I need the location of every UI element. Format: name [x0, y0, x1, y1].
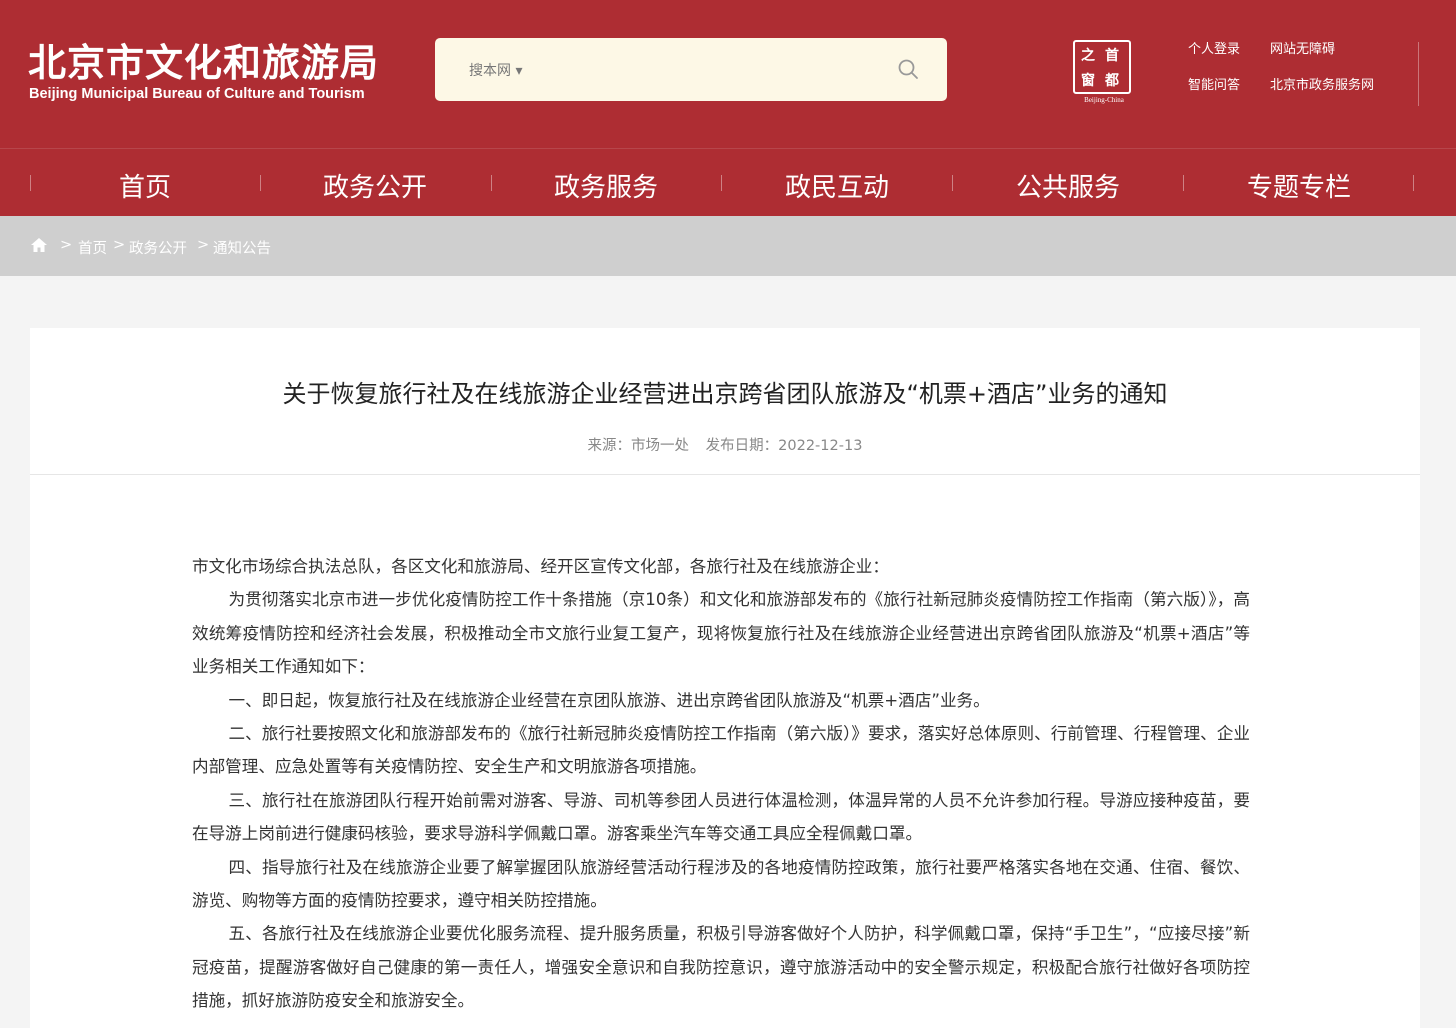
- breadcrumb-gov-affairs-open[interactable]: 政务公开: [129, 237, 187, 258]
- seal-char: 首: [1105, 48, 1119, 64]
- accessibility-link[interactable]: 网站无障碍: [1270, 38, 1335, 57]
- search-scope-dropdown[interactable]: 搜本网 ▾: [469, 60, 522, 80]
- article-paragraph: 为贯彻落实北京市进一步优化疫情防控工作十条措施（京10条）和文化和旅游部发布的《…: [192, 590, 1250, 677]
- site-logo-chinese[interactable]: 北京市文化和旅游局: [28, 32, 379, 87]
- article-title: 关于恢复旅行社及在线旅游企业经营进出京跨省团队旅游及“机票+酒店”业务的通知: [282, 380, 1168, 408]
- seal-frame: 首 都 之 窗: [1073, 40, 1131, 94]
- article-paragraph: 一、即日起，恢复旅行社及在线旅游企业经营在京团队旅游、进出京跨省团队旅游及“机票…: [228, 690, 990, 710]
- gov-service-link[interactable]: 北京市政务服务网: [1270, 74, 1374, 93]
- nav-separator: [1413, 175, 1414, 191]
- nav-item-public-services[interactable]: 公共服务: [968, 167, 1168, 204]
- article-panel: 关于恢复旅行社及在线旅游企业经营进出京跨省团队旅游及“机票+酒店”业务的通知 来…: [30, 328, 1420, 1028]
- header-divider: [1418, 42, 1419, 106]
- nav-item-home[interactable]: 首页: [45, 167, 245, 204]
- nav-separator: [721, 175, 722, 191]
- nav-item-gov-affairs-open[interactable]: 政务公开: [275, 167, 475, 204]
- breadcrumb-notices[interactable]: 通知公告: [213, 237, 271, 258]
- site-logo-english[interactable]: Beijing Municipal Bureau of Culture and …: [29, 86, 365, 102]
- breadcrumb-separator: >: [197, 237, 210, 253]
- seal-char: 之: [1081, 48, 1095, 64]
- article-body: 市文化市场综合执法总队，各区文化和旅游局、经开区宣传文化部，各旅行社及在线旅游企…: [192, 550, 1250, 1018]
- article-paragraph: 五、各旅行社及在线旅游企业要优化服务流程、提升服务质量，积极引导游客做好个人防护…: [192, 924, 1250, 1011]
- nav-separator: [952, 175, 953, 191]
- capital-window-seal-logo[interactable]: 首 都 之 窗 Beijing-China: [1073, 40, 1135, 106]
- title-divider: [30, 474, 1420, 475]
- seal-char: 窗: [1081, 73, 1095, 89]
- breadcrumb: > 首页 > 政务公开 > 通知公告: [0, 216, 1456, 276]
- article-paragraph: 四、指导旅行社及在线旅游企业要了解掌握团队旅游经营活动行程涉及的各地疫情防控政策…: [192, 857, 1250, 911]
- breadcrumb-home[interactable]: 首页: [78, 237, 107, 258]
- seal-char: 都: [1105, 73, 1119, 89]
- article-date: 发布日期：2022-12-13: [705, 438, 863, 454]
- article-meta: 来源：市场一处 发布日期：2022-12-13: [30, 434, 1420, 455]
- search-icon[interactable]: [897, 58, 919, 80]
- article-paragraph: 三、旅行社在旅游团队行程开始前需对游客、导游、司机等参团人员进行体温检测，体温异…: [192, 790, 1250, 844]
- nav-item-special-topics[interactable]: 专题专栏: [1199, 167, 1399, 204]
- seal-subtitle: Beijing-China: [1084, 96, 1124, 104]
- nav-separator: [1183, 175, 1184, 191]
- article-salutation: 市文化市场综合执法总队，各区文化和旅游局、经开区宣传文化部，各旅行社及在线旅游企…: [192, 557, 889, 576]
- nav-item-gov-services[interactable]: 政务服务: [506, 167, 706, 204]
- article-source: 来源：市场一处: [587, 438, 690, 454]
- breadcrumb-separator: >: [60, 237, 73, 253]
- search-input[interactable]: [545, 52, 875, 86]
- home-icon[interactable]: [30, 237, 48, 253]
- breadcrumb-separator: >: [113, 237, 126, 253]
- site-header: 北京市文化和旅游局 Beijing Municipal Bureau of Cu…: [0, 0, 1456, 148]
- article-paragraph: 二、旅行社要按照文化和旅游部发布的《旅行社新冠肺炎疫情防控工作指南（第六版）》要…: [192, 724, 1250, 777]
- main-nav: 首页 政务公开 政务服务 政民互动 公共服务 专题专栏: [0, 148, 1456, 216]
- login-link[interactable]: 个人登录: [1188, 38, 1240, 57]
- nav-item-interaction[interactable]: 政民互动: [737, 167, 937, 204]
- nav-separator: [30, 175, 31, 191]
- search-box: 搜本网 ▾: [435, 38, 947, 101]
- smart-qa-link[interactable]: 智能问答: [1188, 74, 1240, 93]
- nav-separator: [260, 175, 261, 191]
- nav-separator: [491, 175, 492, 191]
